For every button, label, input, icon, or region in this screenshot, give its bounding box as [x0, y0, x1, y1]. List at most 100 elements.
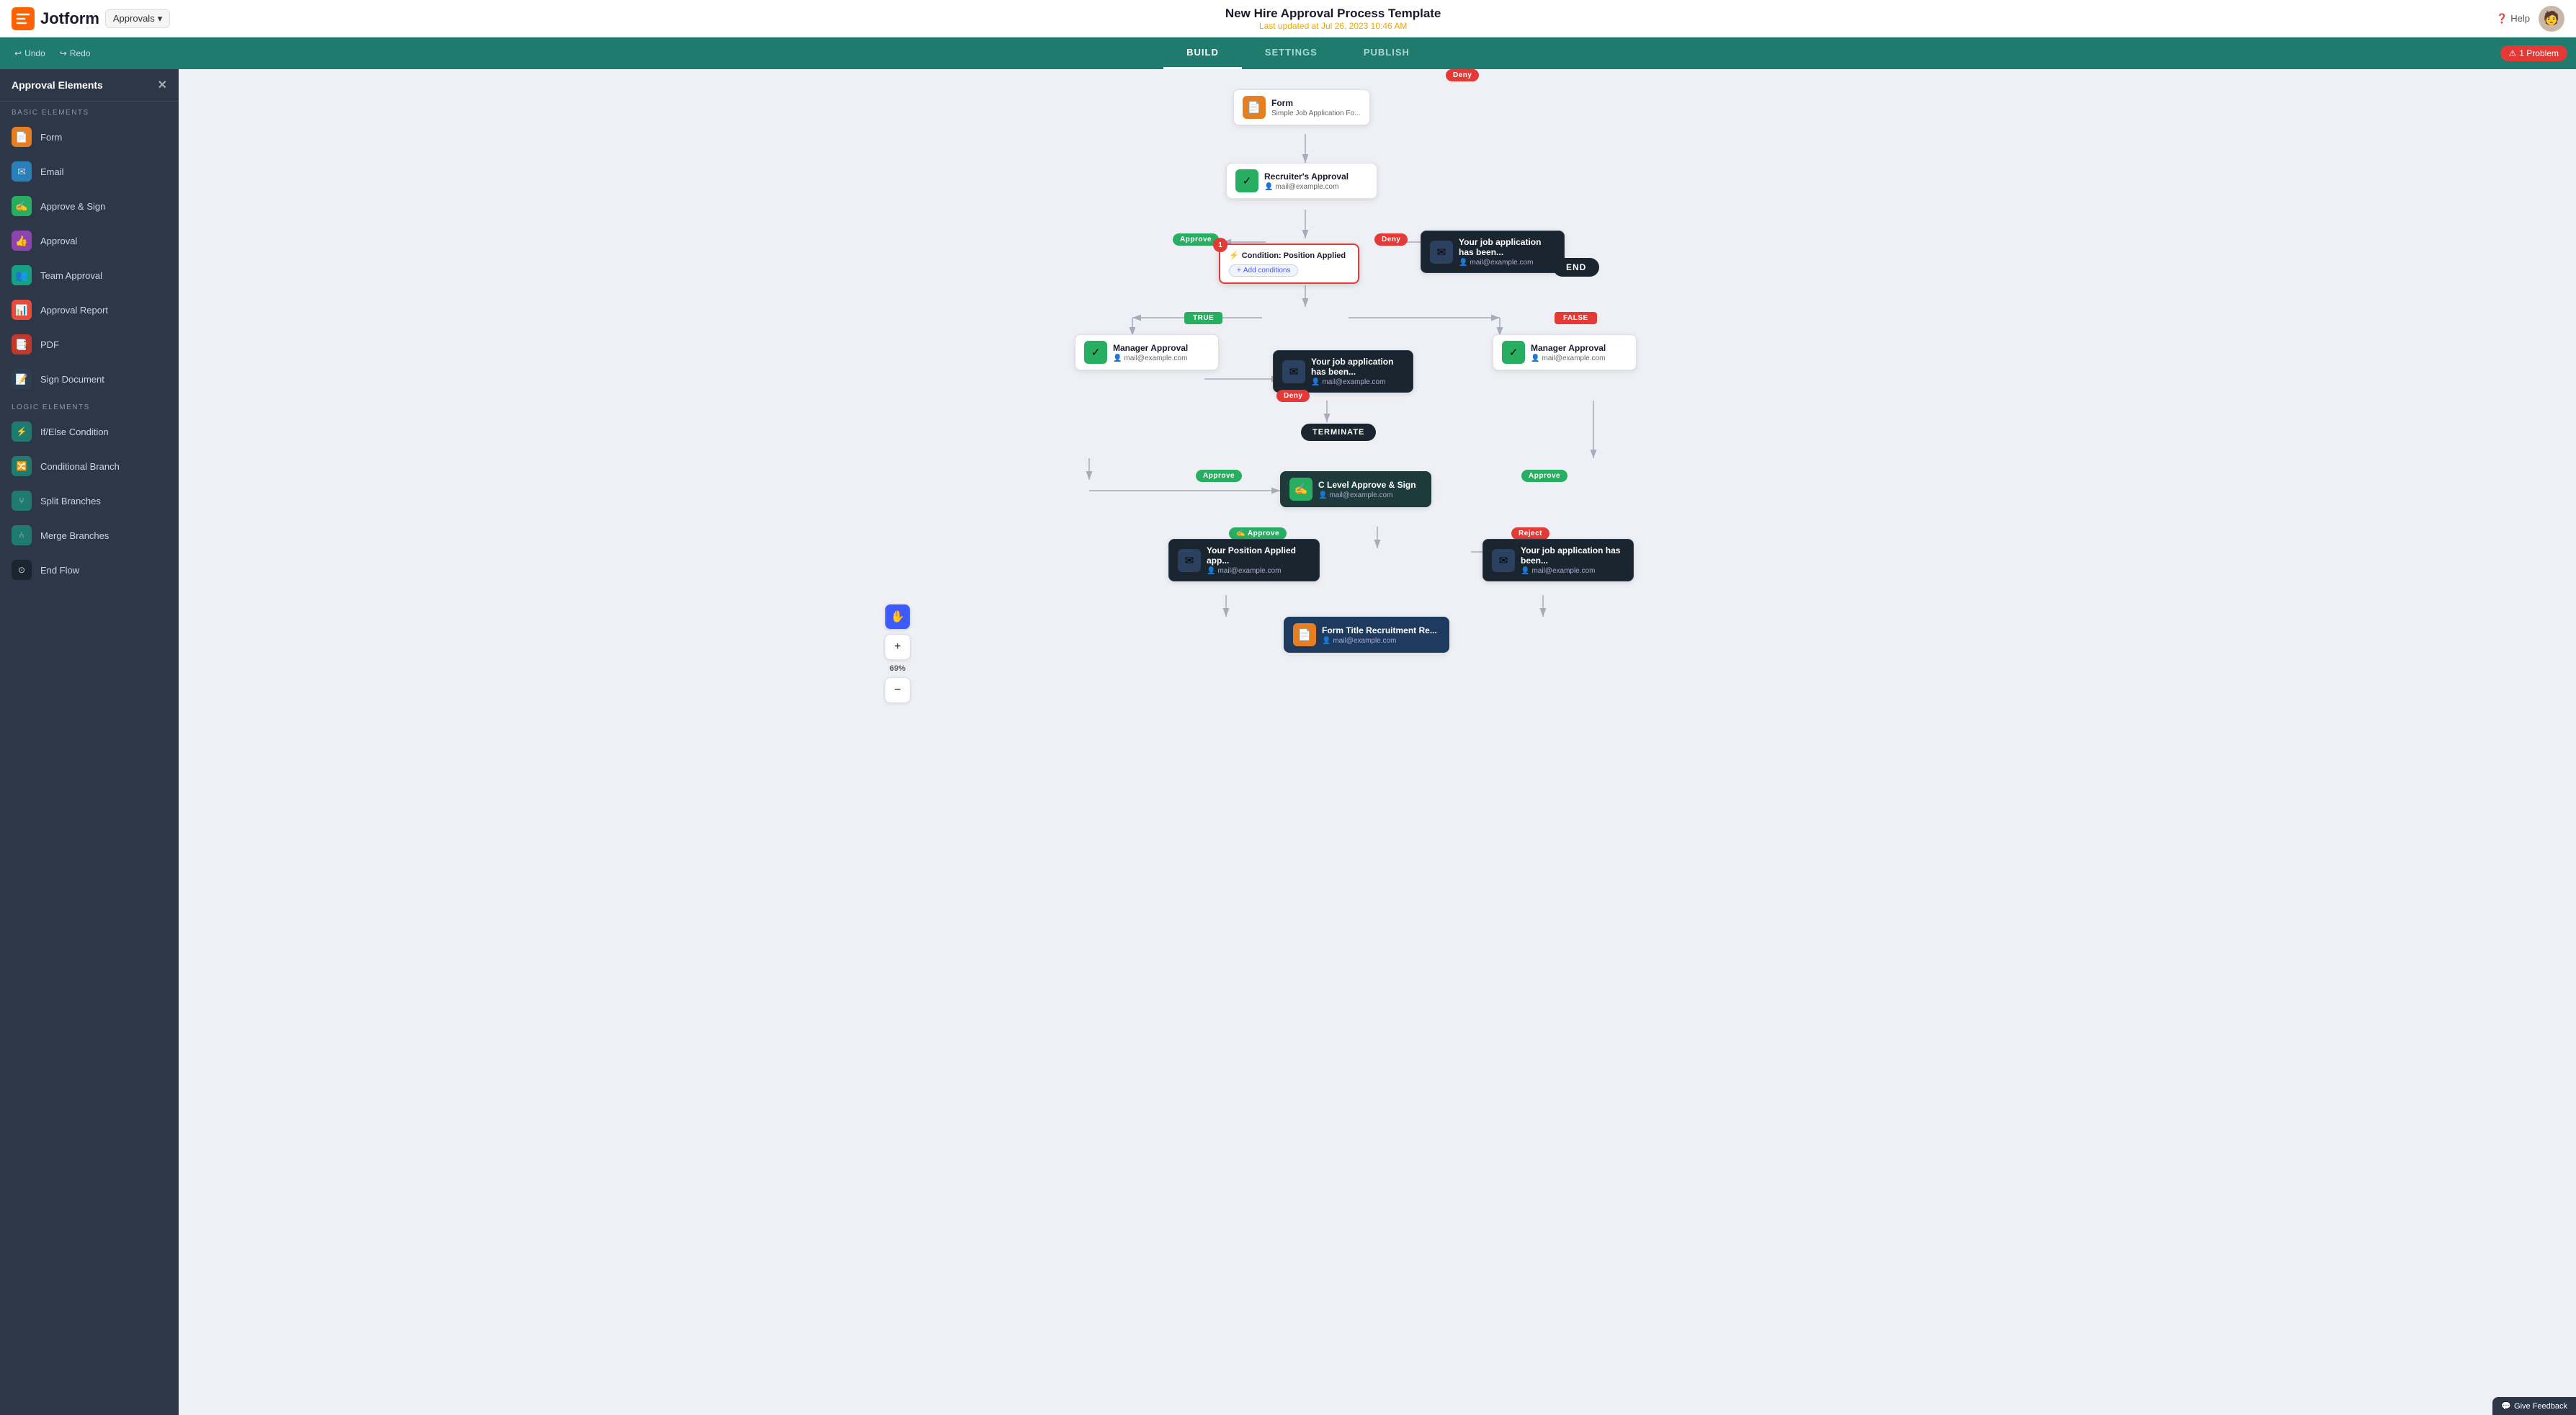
- zoom-in-button[interactable]: +: [885, 634, 911, 660]
- condition-badge-number: 1: [1213, 238, 1227, 252]
- toolbar-tabs: BUILD SETTINGS PUBLISH: [105, 37, 2492, 69]
- sidebar-item-form[interactable]: 📄 Form: [0, 120, 179, 154]
- approve-badge-right: Approve: [1521, 470, 1567, 482]
- terminate-node: TERMINATE: [1301, 424, 1376, 441]
- condition-node[interactable]: 1 ⚡ Condition: Position Applied + Add co…: [1219, 244, 1359, 284]
- sidebar-item-label: Team Approval: [40, 270, 102, 281]
- section-label-logic: LOGIC ELEMENTS: [0, 396, 179, 414]
- c-level-icon: ✍: [1289, 478, 1312, 501]
- user-icon: 👤: [1113, 354, 1122, 362]
- form-title-content: Form Title Recruitment Re... 👤 mail@exam…: [1322, 625, 1440, 645]
- position-applied-node[interactable]: ✉ Your Position Applied app... 👤 mail@ex…: [1168, 539, 1320, 581]
- sidebar-item-label: Merge Branches: [40, 530, 109, 541]
- feedback-button[interactable]: 💬 Give Feedback: [2492, 1397, 2576, 1415]
- sidebar-item-label: Approve & Sign: [40, 201, 105, 212]
- user-icon: 👤: [1459, 259, 1467, 267]
- approval-icon: 👍: [12, 231, 32, 251]
- sidebar-title: Approval Elements: [12, 79, 103, 91]
- approvals-dropdown[interactable]: Approvals ▾: [105, 9, 170, 28]
- split-branches-icon: ⑂: [12, 491, 32, 511]
- help-button[interactable]: ❓ Help: [2496, 13, 2530, 24]
- zoom-out-button[interactable]: −: [885, 677, 911, 703]
- deny-email-node-1[interactable]: ✉ Your job application has been... 👤 mai…: [1421, 231, 1565, 273]
- add-conditions-button[interactable]: + Add conditions: [1229, 264, 1298, 277]
- sidebar: Approval Elements ✕ BASIC ELEMENTS 📄 For…: [0, 69, 179, 1415]
- team-approval-icon: 👥: [12, 265, 32, 285]
- problem-button[interactable]: ⚠ 1 Problem: [2500, 45, 2567, 61]
- canvas-toolbar: ✋ + 69% −: [885, 604, 911, 703]
- undo-icon: ↩: [14, 48, 22, 58]
- sidebar-item-label: End Flow: [40, 565, 79, 576]
- toolbar: ↩ Undo ↪ Redo BUILD SETTINGS PUBLISH ⚠ 1…: [0, 37, 2576, 69]
- end-flow-icon: ⊙: [12, 560, 32, 580]
- close-icon[interactable]: ✕: [158, 78, 167, 92]
- false-badge: FALSE: [1555, 312, 1597, 324]
- sidebar-item-ifelse[interactable]: ⚡ If/Else Condition: [0, 414, 179, 449]
- email-icon: ✉: [12, 161, 32, 182]
- form-title-node[interactable]: 📄 Form Title Recruitment Re... 👤 mail@ex…: [1284, 617, 1449, 653]
- logo-area: Jotform Approvals ▾: [12, 7, 170, 30]
- deny-badge-1: Deny: [1374, 233, 1408, 246]
- form-node-icon: 📄: [1243, 96, 1266, 119]
- user-icon: 👤: [1264, 183, 1273, 191]
- sidebar-item-label: Approval Report: [40, 305, 108, 316]
- approve-sign-icon: ✍: [12, 196, 32, 216]
- last-updated: Last updated at Jul 26, 2023 10:46 AM: [1225, 21, 1441, 31]
- reject-email-node[interactable]: ✉ Your job application has been... 👤 mai…: [1482, 539, 1634, 581]
- canvas[interactable]: 📄 Form Simple Job Application Fo... ✓ Re…: [179, 69, 2576, 1415]
- approval-report-icon: 📊: [12, 300, 32, 320]
- approve-badge-1: Approve: [1173, 233, 1219, 246]
- sidebar-item-label: Conditional Branch: [40, 461, 120, 472]
- undo-button[interactable]: ↩ Undo: [9, 45, 51, 61]
- deny-email-content-1: Your job application has been... 👤 mail@…: [1459, 237, 1555, 267]
- deny-email-node-2[interactable]: ✉ Your job application has been... 👤 mai…: [1273, 350, 1413, 393]
- sidebar-item-team-approval[interactable]: 👥 Team Approval: [0, 258, 179, 293]
- sidebar-item-label: Approval: [40, 236, 77, 246]
- jotform-logo-icon: [12, 7, 35, 30]
- tab-build[interactable]: BUILD: [1163, 37, 1242, 69]
- header-right: ❓ Help 🧑: [2496, 6, 2564, 32]
- true-badge: TRUE: [1184, 312, 1222, 324]
- sidebar-item-split-branches[interactable]: ⑂ Split Branches: [0, 483, 179, 518]
- question-icon: ❓: [2496, 13, 2508, 24]
- sidebar-item-approval[interactable]: 👍 Approval: [0, 223, 179, 258]
- manager-right-icon: ✓: [1502, 341, 1525, 364]
- deny-badge-3: Deny: [1446, 69, 1479, 81]
- recruiters-approval-node[interactable]: ✓ Recruiter's Approval 👤 mail@example.co…: [1226, 163, 1377, 199]
- main-layout: Approval Elements ✕ BASIC ELEMENTS 📄 For…: [0, 69, 2576, 1415]
- feedback-icon: 💬: [2501, 1401, 2511, 1411]
- sign-document-icon: 📝: [12, 369, 32, 389]
- tab-settings[interactable]: SETTINGS: [1242, 37, 1341, 69]
- manager-approval-right-node[interactable]: ✓ Manager Approval 👤 mail@example.com: [1493, 334, 1637, 370]
- sidebar-item-end-flow[interactable]: ⊙ End Flow: [0, 553, 179, 587]
- page-title: New Hire Approval Process Template: [1225, 6, 1441, 21]
- redo-button[interactable]: ↪ Redo: [54, 45, 97, 61]
- sidebar-item-pdf[interactable]: 📑 PDF: [0, 327, 179, 362]
- deny-email-icon-1: ✉: [1430, 241, 1453, 264]
- form-icon: 📄: [12, 127, 32, 147]
- sidebar-item-email[interactable]: ✉ Email: [0, 154, 179, 189]
- approve-sign-badge: ✍ Approve: [1229, 527, 1287, 540]
- manager-approval-left-node[interactable]: ✓ Manager Approval 👤 mail@example.com: [1075, 334, 1219, 370]
- sidebar-item-merge-branches[interactable]: ⑃ Merge Branches: [0, 518, 179, 553]
- sidebar-item-conditional-branch[interactable]: 🔀 Conditional Branch: [0, 449, 179, 483]
- c-level-node[interactable]: ✍ C Level Approve & Sign 👤 mail@example.…: [1280, 471, 1431, 507]
- tab-publish[interactable]: PUBLISH: [1341, 37, 1433, 69]
- canvas-inner: 📄 Form Simple Job Application Fo... ✓ Re…: [873, 69, 1882, 718]
- toolbar-left: ↩ Undo ↪ Redo: [0, 45, 105, 61]
- recruiters-approval-icon: ✓: [1235, 169, 1258, 192]
- hand-tool-button[interactable]: ✋: [885, 604, 911, 630]
- zoom-level: 69%: [885, 664, 911, 673]
- logo-text: Jotform: [40, 9, 99, 28]
- sidebar-item-sign-document[interactable]: 📝 Sign Document: [0, 362, 179, 396]
- avatar[interactable]: 🧑: [2539, 6, 2564, 32]
- chevron-down-icon: ▾: [158, 13, 163, 24]
- sidebar-item-approve-sign[interactable]: ✍ Approve & Sign: [0, 189, 179, 223]
- sidebar-item-label: Email: [40, 166, 64, 177]
- form-node[interactable]: 📄 Form Simple Job Application Fo...: [1233, 89, 1370, 125]
- top-header: Jotform Approvals ▾ New Hire Approval Pr…: [0, 0, 2576, 37]
- reject-email-content: Your job application has been... 👤 mail@…: [1521, 545, 1624, 575]
- sidebar-item-approval-report[interactable]: 📊 Approval Report: [0, 293, 179, 327]
- reject-badge: Reject: [1511, 527, 1549, 540]
- toolbar-right: ⚠ 1 Problem: [2492, 45, 2576, 61]
